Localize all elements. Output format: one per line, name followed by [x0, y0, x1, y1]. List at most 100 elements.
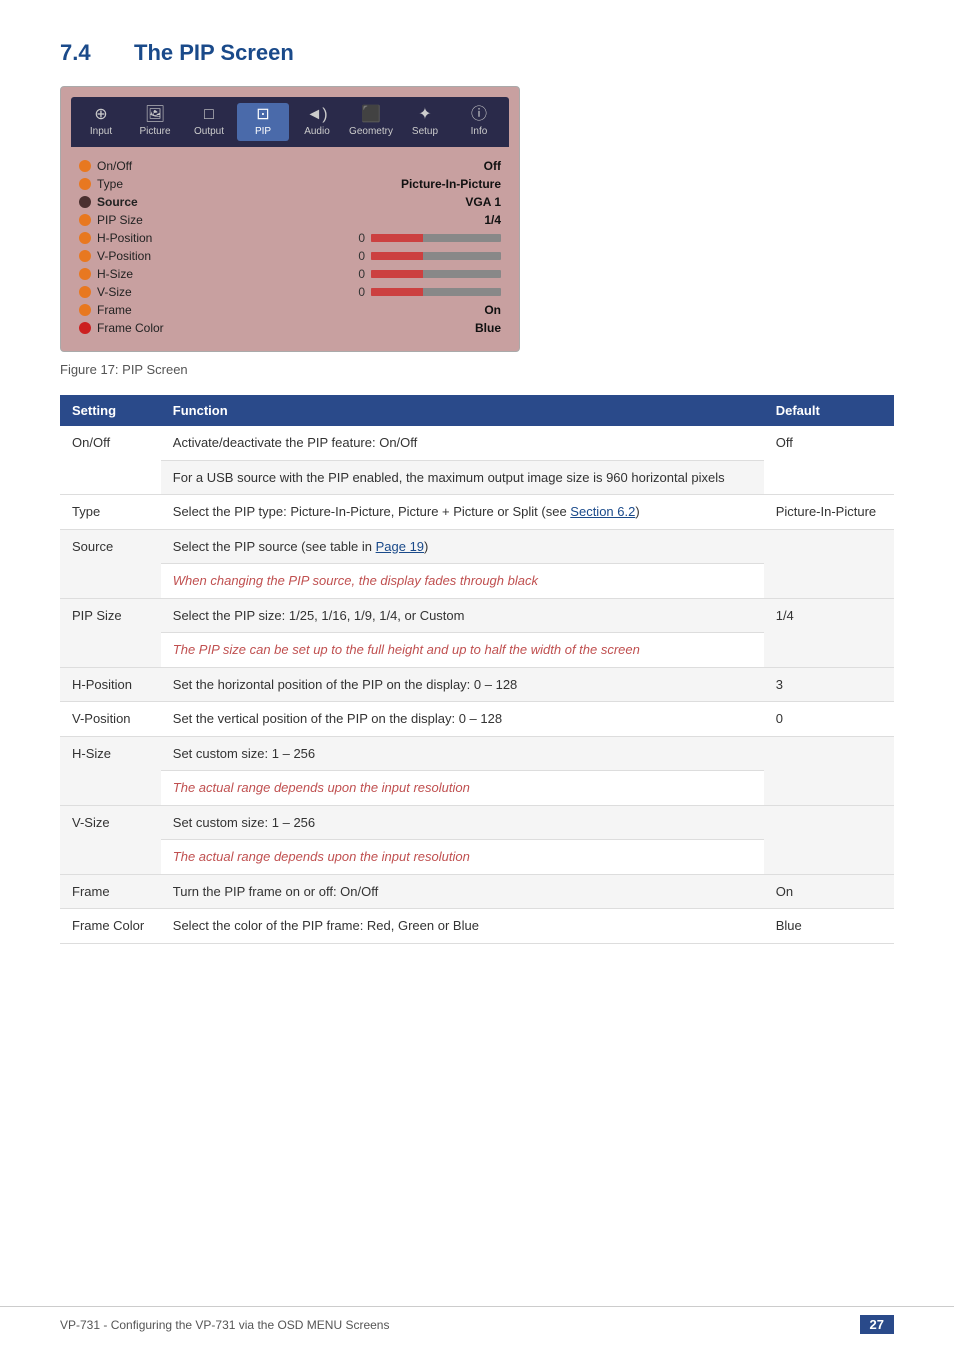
osd-rows: On/OffOffTypePicture-In-PictureSourceVGA…	[71, 153, 509, 341]
default-cell-0: Off	[764, 426, 894, 495]
link-section-6.2[interactable]: Section 6.2	[570, 504, 635, 519]
osd-row-label-4: H-Position	[97, 231, 345, 245]
osd-row-value-3: 1/4	[401, 213, 501, 227]
table-row: On/OffActivate/deactivate the PIP featur…	[60, 426, 894, 460]
osd-menu-icon-picture: 🖼	[145, 107, 165, 123]
osd-bar-6	[371, 270, 501, 278]
osd-menu-bar: ⊕Input 🖼 Picture □ Output ⊡ PIP ◄) Audio ⬛ Geometr…	[71, 97, 509, 147]
page-number: 27	[860, 1315, 894, 1334]
page-footer: VP-731 - Configuring the VP-731 via the …	[0, 1306, 954, 1334]
setting-cell-0: On/Off	[60, 426, 161, 495]
osd-menu-label-output: Output	[194, 126, 224, 137]
osd-menu-output[interactable]: □ Output	[183, 103, 235, 141]
osd-row-pip-size: PIP Size1/4	[79, 211, 501, 229]
table-row: V-PositionSet the vertical position of t…	[60, 702, 894, 737]
osd-menu-audio[interactable]: ◄) Audio	[291, 103, 343, 141]
osd-menu-label-pip: PIP	[255, 126, 271, 137]
osd-menu-label-audio: Audio	[304, 126, 330, 137]
default-cell-8: On	[764, 874, 894, 909]
function-cell-4-0: Set the horizontal position of the PIP o…	[161, 667, 764, 702]
osd-row-source: SourceVGA 1	[79, 193, 501, 211]
osd-menu-setup[interactable]: ✦ Setup	[399, 103, 451, 141]
osd-row-label-0: On/Off	[97, 159, 401, 173]
default-cell-5: 0	[764, 702, 894, 737]
col-default: Default	[764, 395, 894, 426]
osd-bullet-6	[79, 268, 91, 280]
osd-bullet-7	[79, 286, 91, 298]
setting-cell-1: Type	[60, 495, 161, 530]
table-row: V-SizeSet custom size: 1 – 256	[60, 805, 894, 840]
setting-cell-9: Frame Color	[60, 909, 161, 944]
osd-menu-geometry[interactable]: ⬛ Geometry	[345, 103, 397, 141]
osd-menu-input[interactable]: ⊕Input	[75, 103, 127, 141]
osd-bar-5	[371, 252, 501, 260]
osd-menu-label-geometry: Geometry	[349, 126, 393, 137]
function-cell-2-1: When changing the PIP source, the displa…	[161, 564, 764, 599]
osd-row-label-3: PIP Size	[97, 213, 401, 227]
osd-menu-label-setup: Setup	[412, 126, 438, 137]
osd-bar-4	[371, 234, 501, 242]
osd-row-num-4: 0	[345, 231, 365, 245]
section-header: 7.4 The PIP Screen	[60, 40, 894, 66]
osd-row-value-9: Blue	[401, 321, 501, 335]
osd-menu-picture[interactable]: 🖼 Picture	[129, 103, 181, 141]
link-page-19[interactable]: Page 19	[376, 539, 424, 554]
section-title: The PIP Screen	[134, 40, 294, 66]
default-cell-3: 1/4	[764, 598, 894, 667]
table-body: On/OffActivate/deactivate the PIP featur…	[60, 426, 894, 943]
osd-bullet-8	[79, 304, 91, 316]
osd-row-value-2: VGA 1	[401, 195, 501, 209]
osd-row-num-6: 0	[345, 267, 365, 281]
figure-caption: Figure 17: PIP Screen	[60, 362, 894, 377]
default-cell-9: Blue	[764, 909, 894, 944]
osd-row-label-1: Type	[97, 177, 401, 191]
osd-bullet-4	[79, 232, 91, 244]
osd-bullet-5	[79, 250, 91, 262]
default-cell-6	[764, 736, 894, 805]
osd-row-frame-color: Frame ColorBlue	[79, 319, 501, 337]
osd-row-value-1: Picture-In-Picture	[401, 177, 501, 191]
osd-row-v-position: V-Position0	[79, 247, 501, 265]
default-cell-2	[764, 529, 894, 598]
footer-text: VP-731 - Configuring the VP-731 via the …	[60, 1318, 389, 1332]
col-setting: Setting	[60, 395, 161, 426]
osd-menu-icon-audio: ◄)	[306, 107, 327, 123]
function-cell-6-1: The actual range depends upon the input …	[161, 771, 764, 806]
osd-menu-icon-pip: ⊡	[256, 107, 269, 123]
setting-cell-2: Source	[60, 529, 161, 598]
osd-bar-7	[371, 288, 501, 296]
osd-menu-icon-output: □	[204, 107, 214, 123]
osd-row-on/off: On/OffOff	[79, 157, 501, 175]
col-function: Function	[161, 395, 764, 426]
table-row: FrameTurn the PIP frame on or off: On/Of…	[60, 874, 894, 909]
osd-row-label-6: H-Size	[97, 267, 345, 281]
function-cell-0-1: For a USB source with the PIP enabled, t…	[161, 460, 764, 495]
osd-menu-icon-setup: ✦	[418, 107, 431, 123]
table-row: Frame ColorSelect the color of the PIP f…	[60, 909, 894, 944]
table-row: PIP SizeSelect the PIP size: 1/25, 1/16,…	[60, 598, 894, 633]
osd-menu-icon-geometry: ⬛	[361, 107, 381, 123]
osd-menu-info[interactable]: ⓘInfo	[453, 103, 505, 141]
osd-row-num-7: 0	[345, 285, 365, 299]
setting-cell-4: H-Position	[60, 667, 161, 702]
osd-menu-label-input: Input	[90, 126, 112, 137]
setting-cell-3: PIP Size	[60, 598, 161, 667]
function-cell-2-0: Select the PIP source (see table in Page…	[161, 529, 764, 564]
osd-row-h-position: H-Position0	[79, 229, 501, 247]
function-cell-0-0: Activate/deactivate the PIP feature: On/…	[161, 426, 764, 460]
osd-screen: ⊕Input 🖼 Picture □ Output ⊡ PIP ◄) Audio ⬛ Geometr…	[60, 86, 520, 352]
osd-row-value-0: Off	[401, 159, 501, 173]
default-cell-4: 3	[764, 667, 894, 702]
function-cell-9-0: Select the color of the PIP frame: Red, …	[161, 909, 764, 944]
osd-row-label-5: V-Position	[97, 249, 345, 263]
osd-row-label-2: Source	[97, 195, 401, 209]
function-cell-7-1: The actual range depends upon the input …	[161, 840, 764, 875]
osd-row-value-8: On	[401, 303, 501, 317]
default-cell-7	[764, 805, 894, 874]
osd-menu-pip[interactable]: ⊡ PIP	[237, 103, 289, 141]
osd-row-frame: FrameOn	[79, 301, 501, 319]
setting-cell-6: H-Size	[60, 736, 161, 805]
osd-menu-label-picture: Picture	[139, 126, 170, 137]
osd-row-label-8: Frame	[97, 303, 401, 317]
table-row: H-SizeSet custom size: 1 – 256	[60, 736, 894, 771]
